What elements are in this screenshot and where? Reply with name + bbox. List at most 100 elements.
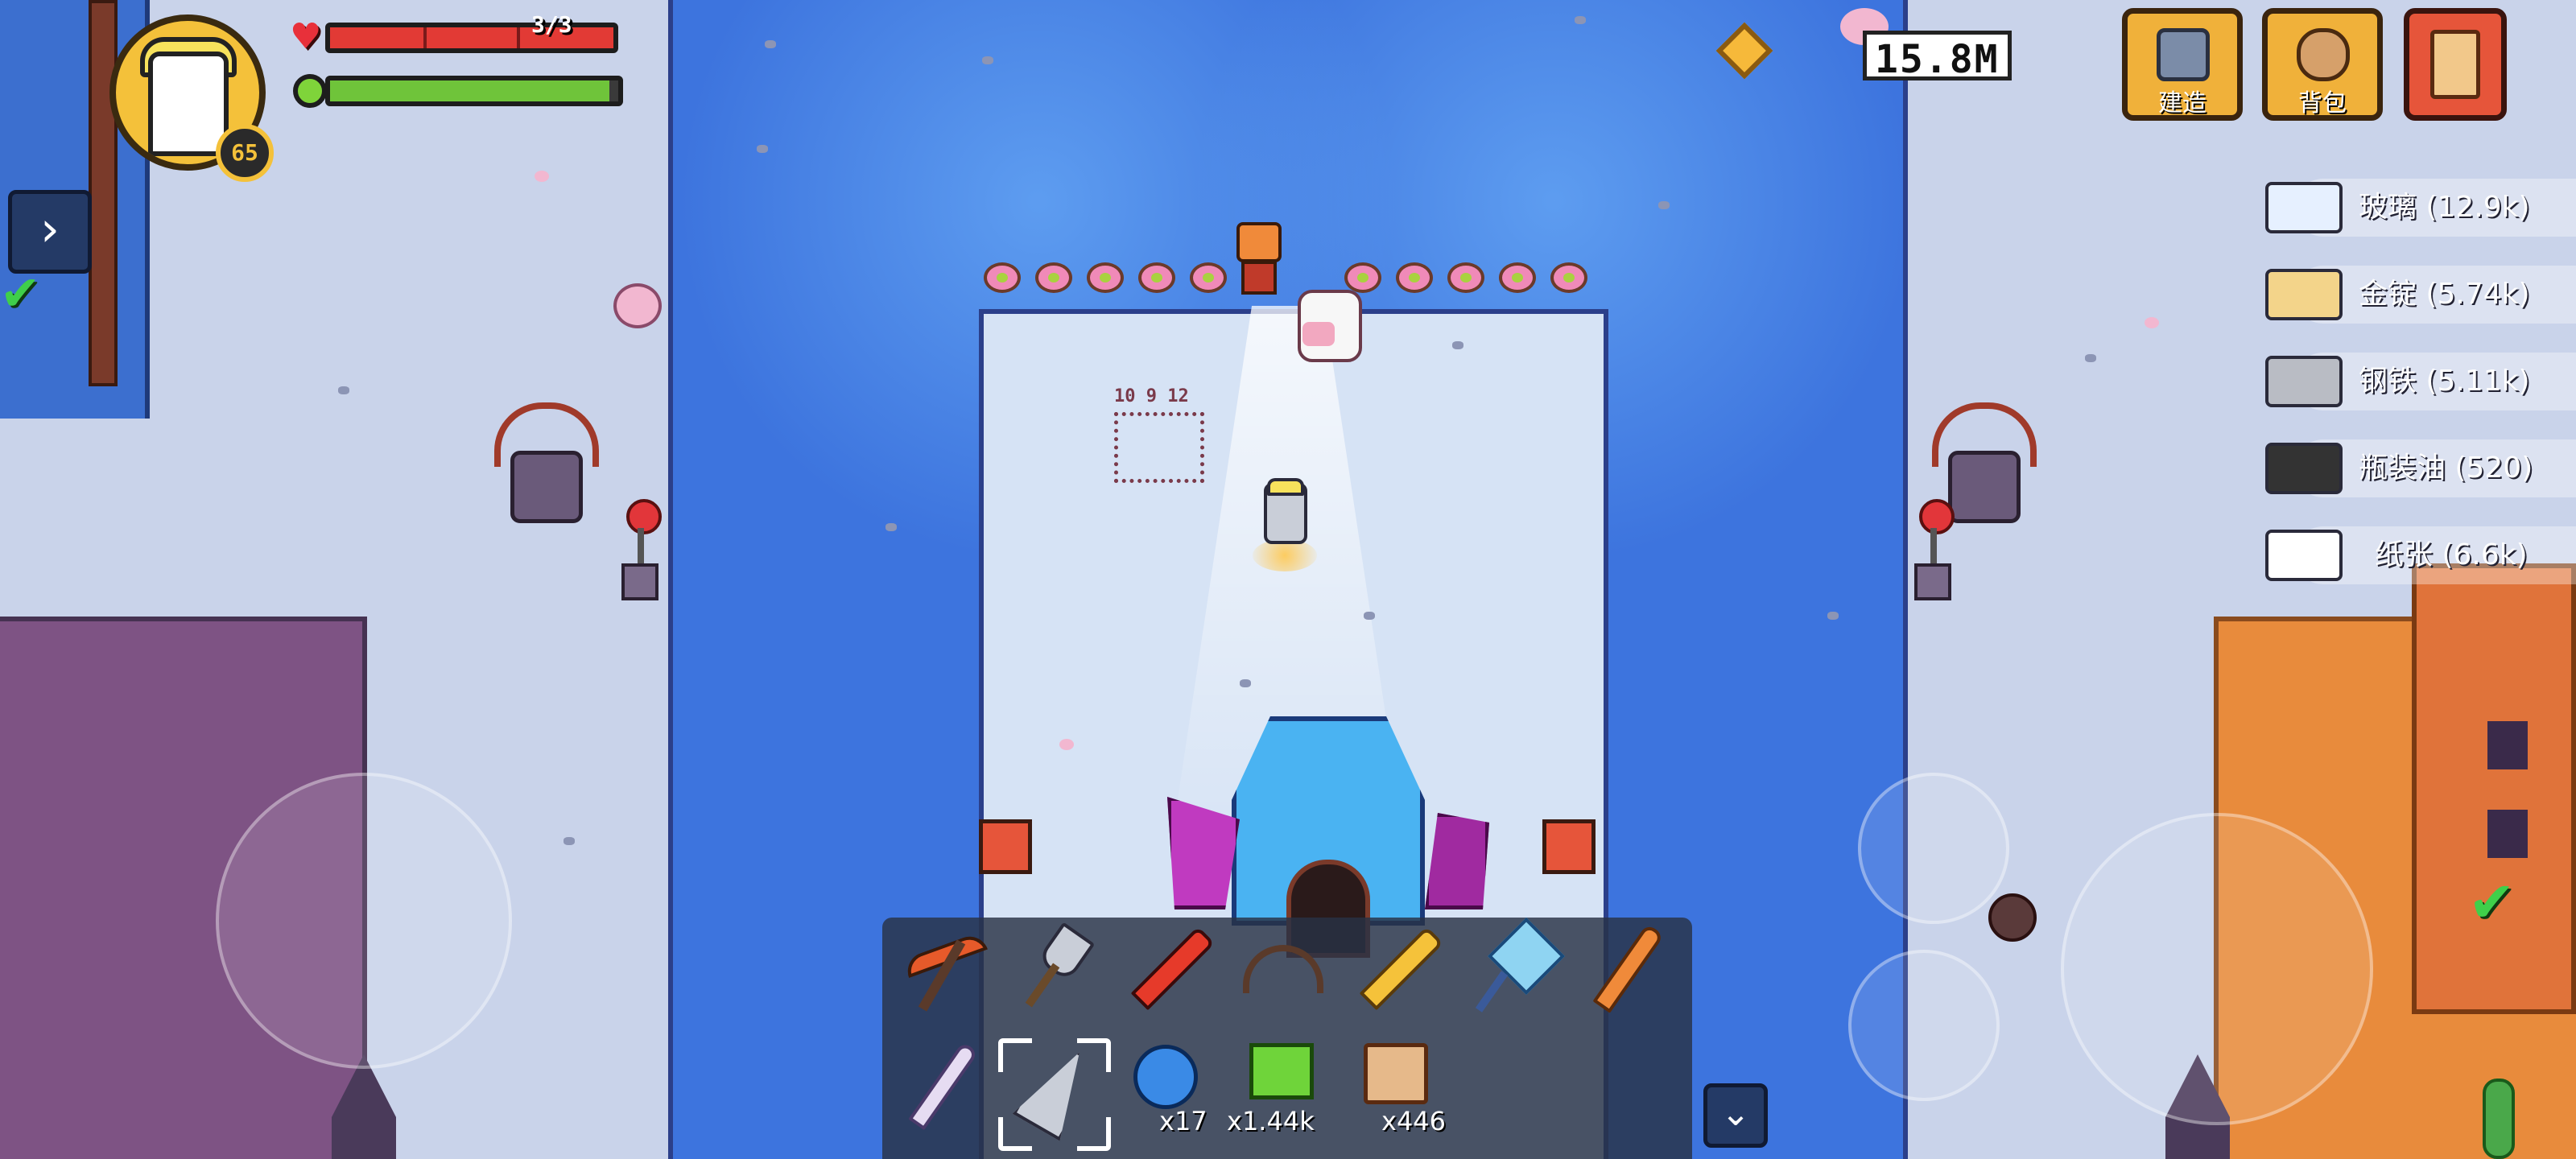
- heart-icon: ♥: [290, 16, 322, 57]
- health-bar-divider: [423, 27, 427, 48]
- item-count: x446: [1381, 1106, 1447, 1136]
- water-ripple: [1658, 201, 1670, 209]
- hotbar-slot[interactable]: [1006, 921, 1103, 1017]
- resource-name: 金锭: [2359, 278, 2417, 311]
- resource-count: (6.6k): [2442, 538, 2528, 571]
- shovel-handle: [1025, 963, 1060, 1008]
- item-count: x1.44k: [1227, 1106, 1315, 1136]
- backpack-bag-icon: [2297, 28, 2350, 81]
- resource-row-steel: 钢铁 (5.11k): [2265, 353, 2576, 410]
- movement-joystick[interactable]: [216, 773, 512, 1069]
- energy-bar: [325, 76, 623, 106]
- hotbar-slot[interactable]: x446: [1349, 1038, 1447, 1136]
- flower: [1447, 262, 1484, 293]
- build-button[interactable]: 建造: [2122, 8, 2243, 121]
- hotbar-slot[interactable]: [1121, 921, 1217, 1017]
- water-ripple: [1827, 612, 1839, 620]
- player-level-badge: 65: [216, 124, 274, 182]
- cactus: [2483, 1079, 2515, 1159]
- water-ripple: [1575, 16, 1586, 24]
- water-ripple: [765, 40, 776, 48]
- water-ripple: [982, 56, 993, 64]
- selected-slot-frame: [998, 1038, 1111, 1151]
- resource-count: (5.74k): [2425, 278, 2530, 311]
- crossbow-icon: [1243, 945, 1323, 993]
- resource-name: 玻璃: [2359, 191, 2417, 224]
- ground-pebble: [1452, 341, 1463, 349]
- flower: [1035, 262, 1072, 293]
- hotbar-slot[interactable]: x1.44k: [1227, 1038, 1331, 1136]
- backpack-button[interactable]: 背包: [2262, 8, 2383, 121]
- resource-name: 纸张: [2375, 538, 2434, 571]
- cow-companion[interactable]: [1298, 290, 1362, 362]
- water-ripple: [757, 145, 768, 153]
- health-text: 3/3: [531, 11, 572, 38]
- flower: [1550, 262, 1587, 293]
- backpack-button-label: 背包: [2298, 89, 2347, 118]
- hotbar-slot[interactable]: x17: [1121, 1038, 1217, 1136]
- chevron-down-icon: ⌄: [1720, 1093, 1751, 1134]
- pink-slime-creature[interactable]: [613, 283, 662, 328]
- lever-switch[interactable]: [1913, 499, 1955, 604]
- hotbar-slot[interactable]: [892, 1038, 989, 1135]
- hotbar-slot[interactable]: [1235, 921, 1331, 1017]
- resource-row-paper: 纸张 (6.6k): [2265, 526, 2576, 584]
- hotbar-slot[interactable]: [1349, 921, 1446, 1017]
- steel-icon: [2265, 356, 2343, 407]
- water-ripple: [886, 523, 897, 531]
- attack-joystick[interactable]: [2061, 813, 2373, 1125]
- pink-blossom: [2145, 317, 2159, 328]
- checkmark-icon: ✔: [2468, 869, 2516, 935]
- resource-row-bottled-oil: 瓶装油 (520): [2265, 439, 2576, 497]
- resource-name: 瓶装油: [2359, 452, 2446, 485]
- flower: [984, 262, 1021, 293]
- beetle-creature[interactable]: [1988, 893, 2037, 942]
- paper-icon: [2265, 530, 2343, 581]
- flower: [1087, 262, 1124, 293]
- resource-count: (5.11k): [2425, 365, 2530, 398]
- hotbar-slot[interactable]: [1463, 917, 1566, 1017]
- scroll-icon: [2430, 30, 2480, 99]
- collapse-hotbar-button[interactable]: ⌄: [1703, 1083, 1768, 1148]
- golden-sword-icon: [1359, 926, 1444, 1011]
- resource-row-gold-ingot: 金锭 (5.74k): [2265, 266, 2576, 324]
- health-bar-divider: [517, 27, 520, 48]
- flower: [1396, 262, 1433, 293]
- green-block-icon: [1249, 1043, 1314, 1099]
- gate-pillar: [1542, 819, 1596, 874]
- build-button-label: 建造: [2158, 89, 2207, 118]
- chevron-right-icon: ›: [40, 201, 60, 258]
- placement-outline: [1114, 412, 1204, 483]
- flower: [1190, 262, 1227, 293]
- map-scroll-icon: [1364, 1043, 1428, 1104]
- lever-switch[interactable]: [620, 499, 662, 604]
- energy-bar-fill: [330, 80, 610, 101]
- pink-blossom: [1059, 739, 1074, 750]
- ground-pebble: [2085, 354, 2096, 362]
- skeleton-staff-icon: [908, 1041, 979, 1131]
- ground-pebble: [564, 837, 575, 845]
- health-bar: [325, 23, 618, 53]
- bottled-oil-icon: [2265, 443, 2343, 494]
- pink-blossom: [535, 171, 549, 182]
- resource-count: (12.9k): [2425, 191, 2530, 224]
- flower: [1499, 262, 1536, 293]
- gate-pillar: [979, 819, 1032, 874]
- wooden-post: [89, 0, 118, 386]
- flower: [1344, 262, 1381, 293]
- ground-pebble: [338, 386, 349, 394]
- orange-tower: [2412, 563, 2576, 1014]
- action-button-ghost[interactable]: [1858, 773, 2009, 924]
- fox-npc[interactable]: [1236, 222, 1282, 295]
- crossbow-turret[interactable]: [494, 378, 599, 539]
- expand-menu-button[interactable]: ›: [8, 190, 92, 274]
- quest-scroll-button[interactable]: [2404, 8, 2507, 121]
- player-character[interactable]: [1248, 478, 1320, 571]
- hotbar-slot[interactable]: [1578, 921, 1674, 1017]
- checkmark-icon: ✔: [0, 266, 41, 322]
- fire-spear-icon: [1592, 923, 1665, 1013]
- action-button-ghost[interactable]: [1848, 950, 2000, 1101]
- gold-ingot-icon: [2265, 269, 2343, 320]
- ground-pebble: [1364, 612, 1375, 620]
- hotbar-slot[interactable]: [892, 921, 989, 1017]
